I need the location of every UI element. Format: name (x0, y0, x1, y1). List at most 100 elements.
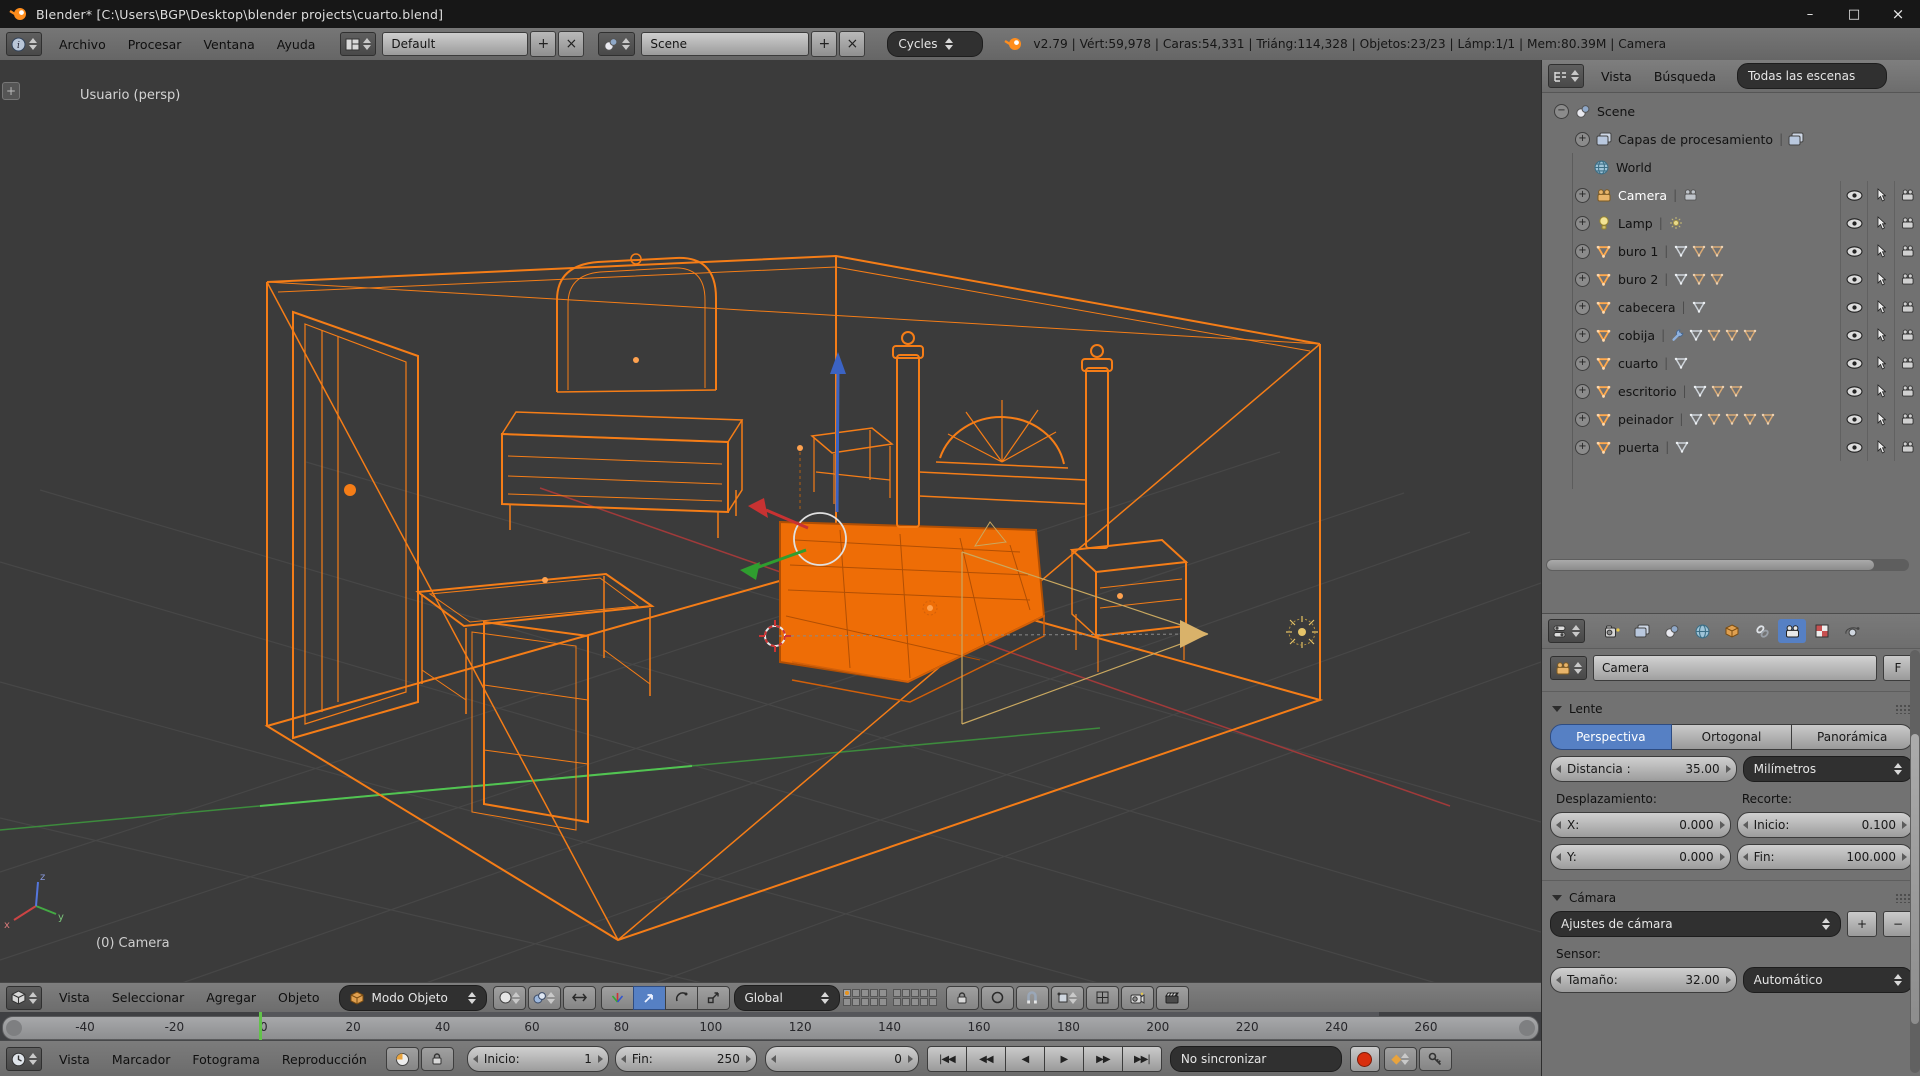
expand-toggle[interactable]: + (1575, 299, 1590, 315)
mode-select[interactable]: Modo Objeto (338, 984, 487, 1011)
layer-cell[interactable] (919, 989, 928, 997)
render-toggle[interactable] (1894, 377, 1920, 405)
selectability-toggle[interactable] (1867, 433, 1894, 461)
object-name[interactable]: buro 2 (1618, 272, 1658, 287)
manipulator-scale-button[interactable] (696, 985, 730, 1010)
outliner-row-cuarto[interactable]: + cuarto | (1542, 349, 1920, 377)
increment-icon[interactable] (1725, 765, 1731, 773)
proportional-edit-button[interactable] (980, 985, 1014, 1010)
render-toggle[interactable] (1894, 181, 1920, 209)
selectability-toggle[interactable] (1867, 237, 1894, 265)
menu-item-ventana[interactable]: Ventana (192, 37, 265, 52)
viewport-3d[interactable]: x y z + Usuario (persp) (0) Camera Vista… (0, 60, 1541, 1012)
layer-cell[interactable] (869, 998, 878, 1006)
region-expand-button[interactable]: + (2, 82, 20, 100)
increment-icon[interactable] (1719, 853, 1725, 861)
scroll-thumb[interactable] (1911, 734, 1919, 1024)
object-name[interactable]: Camera (1618, 188, 1667, 203)
outliner-row-world[interactable]: World (1542, 153, 1920, 181)
jump-start-button[interactable]: |◀◀ (926, 1046, 967, 1072)
focal-length-field[interactable]: Distancia : 35.00 (1550, 756, 1737, 782)
layer-cell[interactable] (851, 989, 860, 997)
play-reverse-button[interactable]: ◀ (1005, 1046, 1045, 1072)
layer-cell[interactable] (892, 998, 901, 1006)
menu-item-seleccionar[interactable]: Seleccionar (101, 990, 195, 1005)
visibility-toggle[interactable] (1840, 433, 1867, 461)
properties-tab-constraints[interactable] (1748, 619, 1776, 643)
properties-tab-render[interactable] (1598, 619, 1626, 643)
render-toggle[interactable] (1894, 237, 1920, 265)
selectability-toggle[interactable] (1867, 209, 1894, 237)
outliner-row-escritorio[interactable]: + escritorio | (1542, 377, 1920, 405)
layer-cell[interactable] (919, 998, 928, 1006)
camera-datablock-browse[interactable] (1550, 656, 1587, 680)
outliner-row-scene[interactable]: − Scene (1542, 97, 1920, 125)
object-name[interactable]: buro 1 (1618, 244, 1658, 259)
properties-tab-camera-data[interactable] (1778, 619, 1806, 643)
add-layout-button[interactable]: + (530, 31, 557, 57)
menu-item-fotograma[interactable]: Fotograma (181, 1052, 271, 1067)
camera-panel-header[interactable]: Cámara (1552, 891, 1911, 905)
orientation-select[interactable]: Global (733, 984, 840, 1011)
properties-tab-render-layers[interactable] (1628, 619, 1656, 643)
add-scene-button[interactable]: + (811, 31, 838, 57)
outliner-row-buro-1[interactable]: + buro 1 | (1542, 237, 1920, 265)
expand-toggle[interactable]: + (1575, 411, 1590, 427)
layer-cell[interactable] (860, 998, 869, 1006)
increment-icon[interactable] (597, 1055, 603, 1063)
expand-toggle[interactable]: + (1575, 383, 1590, 399)
shift-y-field[interactable]: Y: 0.000 (1550, 844, 1731, 870)
decrement-icon[interactable] (1742, 853, 1748, 861)
outliner-hscrollbar[interactable] (1546, 559, 1909, 571)
visibility-toggle[interactable] (1840, 349, 1867, 377)
object-name[interactable]: peinador (1618, 412, 1673, 427)
visibility-toggle[interactable] (1840, 405, 1867, 433)
play-button[interactable]: ▶ (1044, 1046, 1084, 1072)
decrement-icon[interactable] (1556, 976, 1561, 984)
properties-tab-world[interactable] (1688, 619, 1716, 643)
shading-button[interactable] (527, 985, 561, 1010)
render-toggle[interactable] (1894, 349, 1920, 377)
render-border-button[interactable] (1085, 985, 1119, 1010)
expand-toggle[interactable]: + (1575, 439, 1590, 455)
layer-cell[interactable] (842, 998, 851, 1006)
object-name[interactable]: cabecera (1618, 300, 1676, 315)
menu-item-procesar[interactable]: Procesar (117, 37, 193, 52)
object-name[interactable]: cobija (1618, 328, 1655, 343)
selectability-toggle[interactable] (1867, 265, 1894, 293)
menu-item-vista[interactable]: Vista (48, 990, 101, 1005)
increment-icon[interactable] (1902, 821, 1907, 829)
object-name[interactable]: Lamp (1618, 216, 1653, 231)
menu-item-objeto[interactable]: Objeto (267, 990, 331, 1005)
object-name[interactable]: cuarto (1618, 356, 1658, 371)
increment-icon[interactable] (907, 1055, 913, 1063)
menu-item-agregar[interactable]: Agregar (195, 990, 267, 1005)
layer-cell[interactable] (928, 998, 937, 1006)
outliner-row-cabecera[interactable]: + cabecera | (1542, 293, 1920, 321)
properties-tab-physics[interactable] (1838, 619, 1866, 643)
minimize-button[interactable]: – (1788, 0, 1832, 28)
outliner-row-puerta[interactable]: + puerta | (1542, 433, 1920, 461)
menu-item-marcador[interactable]: Marcador (101, 1052, 182, 1067)
object-name[interactable]: puerta (1618, 440, 1659, 455)
delete-scene-button[interactable]: × (839, 31, 866, 57)
layout-name-field[interactable]: Default (382, 32, 529, 56)
jump-end-button[interactable]: ▶▶| (1122, 1046, 1162, 1072)
panel-grip-icon[interactable] (1895, 704, 1911, 714)
properties-tab-scene[interactable] (1658, 619, 1686, 643)
add-preset-button[interactable]: + (1847, 911, 1877, 937)
layer-cell[interactable] (901, 989, 910, 997)
outliner-row-peinador[interactable]: + peinador | (1542, 405, 1920, 433)
panel-grip-icon[interactable] (1895, 893, 1911, 903)
sensor-fit-select[interactable]: Automático (1742, 967, 1913, 993)
menu-item-vista[interactable]: Vista (48, 1052, 101, 1067)
increment-icon[interactable] (745, 1055, 751, 1063)
layer-cell[interactable] (860, 989, 869, 997)
tab-panoramica[interactable]: Panorámica (1792, 724, 1914, 750)
manipulator-translate-button[interactable] (632, 985, 665, 1010)
manipulator-rotate-button[interactable] (664, 985, 697, 1010)
expand-toggle[interactable]: + (1575, 327, 1590, 343)
scene-browse-button[interactable] (598, 32, 636, 56)
frame-end-field[interactable]: Fin: 250 (614, 1046, 757, 1072)
visibility-toggle[interactable] (1840, 237, 1867, 265)
